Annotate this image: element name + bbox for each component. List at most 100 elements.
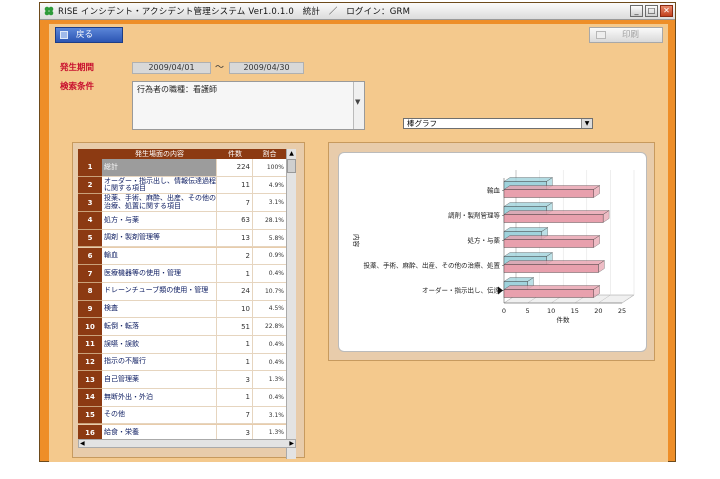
table-row[interactable]: 12 指示の不履行 1 0.4% xyxy=(78,353,286,372)
bar xyxy=(503,214,604,223)
row-number: 15 xyxy=(78,406,102,425)
date-to-field[interactable]: 2009/04/30 xyxy=(229,62,304,74)
table-row[interactable]: 8 ドレーンチューブ類の使用・管理 24 10.7% xyxy=(78,282,286,301)
row-content: 投薬、手術、麻酔、出産、その他の治療、処置に関する項目 xyxy=(102,194,217,213)
selected-pointer-icon xyxy=(498,286,503,295)
table-row[interactable]: 13 自己管理薬 3 1.3% xyxy=(78,371,286,390)
table-row[interactable]: 11 誤嚥・誤飲 1 0.4% xyxy=(78,336,286,354)
row-pct: 4.5% xyxy=(253,300,286,319)
row-count: 1 xyxy=(217,336,253,354)
app-window: RISE インシデント・アクシデント管理システム Ver1.0.1.0 統計 ／… xyxy=(39,2,676,462)
y-category-label: 調剤・製剤管理等 xyxy=(448,211,501,220)
condition-text: 行為者の職種：看護師 xyxy=(137,85,217,94)
back-icon xyxy=(60,31,68,39)
row-content: 調剤・製剤管理等 xyxy=(102,229,217,248)
table-row[interactable]: 10 転倒・転落 51 22.8% xyxy=(78,318,286,336)
back-button[interactable]: 戻る xyxy=(55,27,123,43)
minimize-button[interactable]: _ xyxy=(630,5,643,17)
y-category-label: 輸血 xyxy=(487,186,501,195)
row-content: 輸血 xyxy=(102,247,217,266)
date-from-field[interactable]: 2009/04/01 xyxy=(132,62,211,74)
row-count: 3 xyxy=(217,371,253,390)
row-count: 11 xyxy=(217,176,253,195)
table-row[interactable]: 6 輸血 2 0.9% xyxy=(78,247,286,266)
chart-type-select[interactable]: 棒グラフ ▼ xyxy=(403,118,593,129)
maximize-button[interactable]: □ xyxy=(645,5,658,17)
row-number: 10 xyxy=(78,318,102,336)
row-count: 7 xyxy=(217,406,253,425)
print-button-label: 印刷 xyxy=(622,30,640,40)
table-row[interactable]: 2 オーダー・指示出し、情報伝達過程に関する項目 11 4.9% xyxy=(78,176,286,195)
row-count: 2 xyxy=(217,247,253,266)
row-pct: 10.7% xyxy=(253,282,286,301)
row-content: 指示の不履行 xyxy=(102,353,217,372)
bar xyxy=(503,264,599,273)
chevron-down-icon[interactable]: ▼ xyxy=(581,119,592,128)
table-hscrollbar[interactable]: ◀ ▶ xyxy=(78,439,296,448)
row-number: 7 xyxy=(78,265,102,283)
row-number: 5 xyxy=(78,229,102,248)
x-tick-label: 25 xyxy=(618,307,626,315)
table-row[interactable]: 9 検査 10 4.5% xyxy=(78,300,286,319)
period-label: 発生期間 xyxy=(60,63,95,73)
scroll-up-icon[interactable]: ▲ xyxy=(287,149,296,159)
row-number: 8 xyxy=(78,282,102,301)
row-number: 12 xyxy=(78,353,102,372)
row-number: 1 xyxy=(78,159,102,177)
table-row[interactable]: 5 調剤・製剤管理等 13 5.8% xyxy=(78,229,286,248)
clover-icon xyxy=(44,6,54,16)
table-row[interactable]: 3 投薬、手術、麻酔、出産、その他の治療、処置に関する項目 7 3.1% xyxy=(78,194,286,213)
table-row[interactable]: 1 総計 224 100% xyxy=(78,159,286,177)
close-button[interactable]: ✕ xyxy=(660,5,673,17)
row-pct: 100% xyxy=(253,159,286,177)
table-row[interactable]: 15 その他 7 3.1% xyxy=(78,406,286,425)
title-bar: RISE インシデント・アクシデント管理システム Ver1.0.1.0 統計 ／… xyxy=(40,3,675,20)
scroll-right-icon[interactable]: ▶ xyxy=(289,440,294,448)
table-row[interactable]: 4 処方・与薬 63 28.1% xyxy=(78,212,286,230)
table-row[interactable]: 14 無断外出・外泊 1 0.4% xyxy=(78,389,286,407)
header-content: 発生場面の内容 xyxy=(135,150,184,158)
row-content: 自己管理薬 xyxy=(102,371,217,390)
row-content: ドレーンチューブ類の使用・管理 xyxy=(102,282,217,301)
date-separator: ～ xyxy=(215,63,225,73)
y-axis-label: 内容 xyxy=(352,234,361,248)
row-pct: 0.4% xyxy=(253,353,286,372)
row-content: 無断外出・外泊 xyxy=(102,389,217,407)
row-count: 7 xyxy=(217,194,253,213)
bar xyxy=(503,289,594,298)
y-category-label: 処方・与薬 xyxy=(468,236,501,245)
scroll-left-icon[interactable]: ◀ xyxy=(80,440,85,448)
bar-top xyxy=(503,252,554,257)
bar xyxy=(503,189,594,198)
row-number: 4 xyxy=(78,212,102,230)
bar-chart: 0 5 10 15 20 25 輸血調剤・製剤管理等処方・与薬投薬、手術、麻酔、出産、その他… xyxy=(352,170,635,324)
main-content: 戻る 印刷 発生期間 2009/04/01 ～ 2009/04/30 検索条件 … xyxy=(49,24,668,462)
row-pct: 4.9% xyxy=(253,176,286,195)
row-pct: 1.3% xyxy=(253,371,286,390)
table-row[interactable]: 7 医療機器等の使用・管理 1 0.4% xyxy=(78,265,286,283)
row-number: 11 xyxy=(78,336,102,354)
condition-scrollbar[interactable]: ▼ xyxy=(353,82,364,129)
bar-top xyxy=(503,202,554,207)
bar-top xyxy=(503,227,549,232)
row-pct: 0.9% xyxy=(253,247,286,266)
row-content: 転倒・転落 xyxy=(102,318,217,336)
row-number: 6 xyxy=(78,247,102,266)
bar-top xyxy=(503,285,601,290)
x-tick-label: 0 xyxy=(502,307,506,315)
table-scrollbar[interactable]: ▲ xyxy=(286,149,296,459)
bar-top xyxy=(503,210,610,215)
x-tick-label: 10 xyxy=(547,307,555,315)
row-content: 誤嚥・誤飲 xyxy=(102,336,217,354)
row-content: 医療機器等の使用・管理 xyxy=(102,265,217,283)
condition-textarea[interactable]: 行為者の職種：看護師 ▼ xyxy=(132,81,365,130)
back-button-label: 戻る xyxy=(76,30,94,40)
row-count: 1 xyxy=(217,389,253,407)
row-pct: 22.8% xyxy=(253,318,286,336)
row-content: 総計 xyxy=(102,159,217,177)
window-title: RISE インシデント・アクシデント管理システム Ver1.0.1.0 統計 ／… xyxy=(58,7,411,17)
print-button[interactable]: 印刷 xyxy=(589,27,663,43)
row-number: 9 xyxy=(78,300,102,319)
row-pct: 3.1% xyxy=(253,406,286,425)
scroll-thumb[interactable] xyxy=(287,159,296,173)
